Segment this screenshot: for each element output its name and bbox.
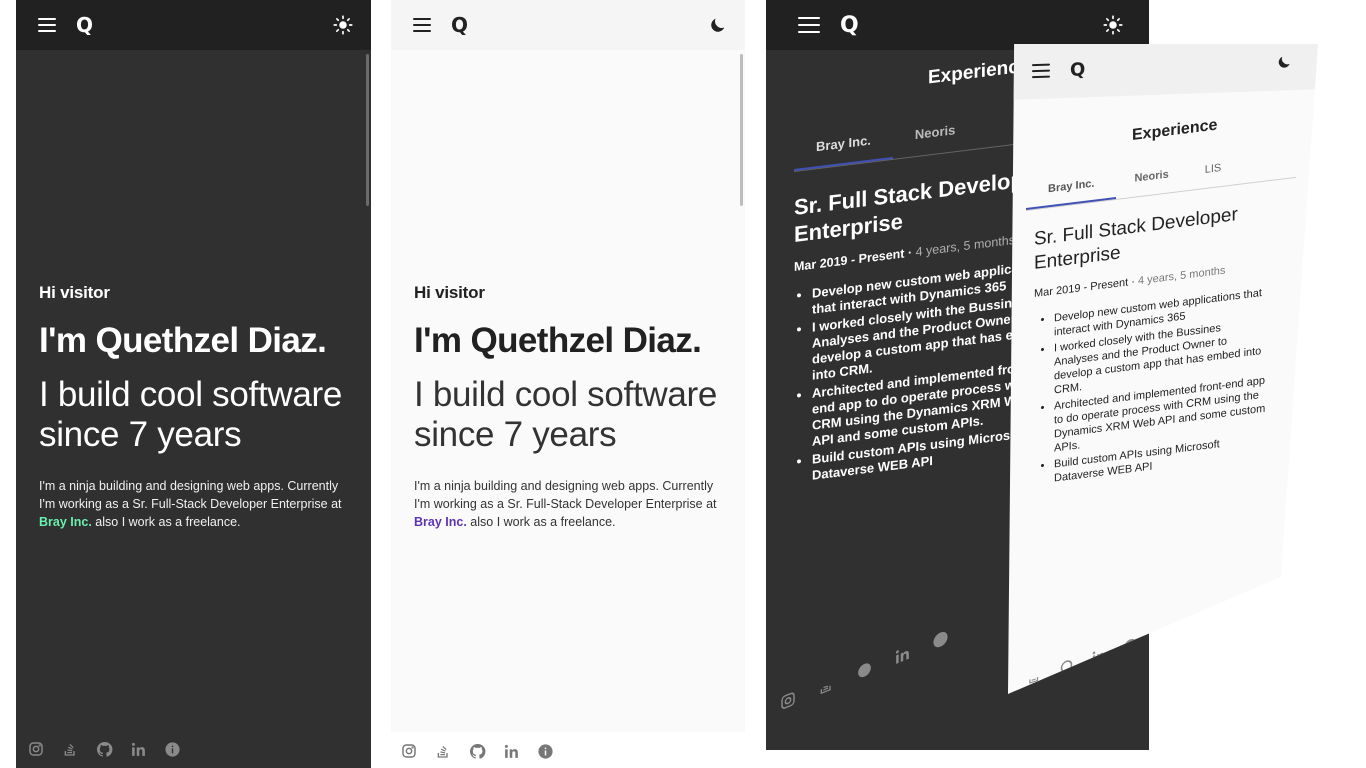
- instagram-icon[interactable]: [26, 739, 46, 759]
- stackoverflow-icon[interactable]: [60, 739, 80, 759]
- hero-name: I'm Quethzel Diaz.: [414, 321, 702, 360]
- moon-icon[interactable]: [1270, 48, 1298, 77]
- social-links: [399, 741, 555, 761]
- bio-text-end: also I work as a freelance.: [95, 515, 241, 529]
- company-link[interactable]: Bray Inc.: [39, 515, 92, 529]
- info-icon[interactable]: [162, 739, 182, 759]
- hero-name: I'm Quethzel Diaz.: [39, 321, 327, 360]
- menu-icon[interactable]: [1032, 63, 1050, 79]
- instagram-icon[interactable]: [399, 741, 419, 761]
- linkedin-icon[interactable]: [128, 739, 148, 759]
- hero-bio: I'm a ninja building and designing web a…: [414, 477, 725, 531]
- dark-home-screen: Q Hi visitor I'm Quethzel Diaz. I build …: [16, 0, 371, 768]
- linkedin-icon[interactable]: [892, 641, 912, 669]
- light-experience-screen: Q Experience Bray Inc. Neoris LIS Sr. Fu…: [1008, 44, 1318, 694]
- job-duration: 4 years, 5 months: [915, 232, 1015, 260]
- menu-icon[interactable]: [798, 17, 820, 33]
- greeting: Hi visitor: [414, 283, 485, 302]
- light-social-links-bar: [391, 732, 745, 768]
- bio-text: I'm a ninja building and designing web a…: [414, 479, 717, 511]
- sun-icon[interactable]: [1099, 11, 1127, 39]
- info-icon[interactable]: [930, 625, 950, 653]
- stackoverflow-icon[interactable]: [816, 671, 836, 699]
- light-home-screen: Q Hi visitor I'm Quethzel Diaz. I build …: [391, 0, 745, 732]
- menu-icon[interactable]: [413, 18, 431, 32]
- tab-bray[interactable]: Bray Inc.: [1026, 166, 1117, 210]
- moon-icon[interactable]: [703, 11, 731, 39]
- hero-tagline: I build cool software since 7 years: [414, 375, 718, 454]
- experience-tabs: Bray Inc. Neoris LIS: [1026, 144, 1296, 211]
- stackoverflow-icon[interactable]: [433, 741, 453, 761]
- stage: Q Hi visitor I'm Quethzel Diaz. I build …: [0, 0, 1366, 768]
- job-duties: Develop new custom web applications that…: [1036, 286, 1266, 488]
- github-icon[interactable]: [94, 739, 114, 759]
- tab-lis[interactable]: LIS: [1187, 152, 1240, 190]
- logo[interactable]: Q: [840, 13, 859, 38]
- tab-bray[interactable]: Bray Inc.: [794, 121, 893, 171]
- sun-icon[interactable]: [329, 11, 357, 39]
- linkedin-icon[interactable]: [501, 741, 521, 761]
- menu-icon[interactable]: [38, 18, 56, 32]
- info-icon[interactable]: [535, 741, 555, 761]
- bio-text-end: also I work as a freelance.: [470, 515, 616, 529]
- hero-tagline: I build cool software since 7 years: [39, 375, 343, 454]
- hero-bio: I'm a ninja building and designing web a…: [39, 477, 351, 531]
- tab-neoris[interactable]: Neoris: [893, 111, 977, 158]
- tab-neoris[interactable]: Neoris: [1116, 158, 1186, 199]
- scrollbar[interactable]: [366, 54, 369, 206]
- logo[interactable]: Q: [1070, 59, 1085, 81]
- company-link[interactable]: Bray Inc.: [414, 515, 467, 529]
- app-bar: Q: [16, 0, 371, 50]
- instagram-icon[interactable]: [778, 687, 798, 715]
- hero-section: Hi visitor I'm Quethzel Diaz. I build co…: [414, 283, 725, 531]
- greeting: Hi visitor: [39, 283, 110, 302]
- github-icon[interactable]: [467, 741, 487, 761]
- job-period: Mar 2019 - Present: [1034, 276, 1129, 301]
- hero-section: Hi visitor I'm Quethzel Diaz. I build co…: [39, 283, 351, 531]
- social-links: [778, 625, 950, 714]
- social-links: [26, 739, 182, 759]
- job-duration: 4 years, 5 months: [1137, 264, 1226, 288]
- logo[interactable]: Q: [451, 13, 468, 37]
- app-bar: Q: [766, 0, 1149, 50]
- experience-title: Experience: [1132, 116, 1218, 144]
- job-period: Mar 2019 - Present: [794, 246, 905, 274]
- scrollbar[interactable]: [740, 54, 743, 206]
- app-bar: Q: [391, 0, 745, 50]
- github-icon[interactable]: [854, 656, 874, 684]
- logo[interactable]: Q: [76, 13, 93, 37]
- bio-text: I'm a ninja building and designing web a…: [39, 479, 342, 511]
- experience-content: Experience Bray Inc. Neoris LIS Sr. Full…: [1026, 107, 1296, 491]
